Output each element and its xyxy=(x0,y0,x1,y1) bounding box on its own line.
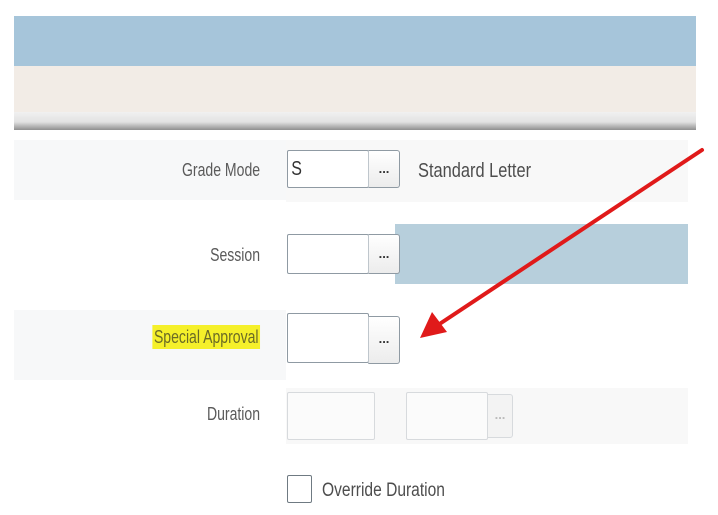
annotation-arrow xyxy=(420,148,704,338)
arrow-shaft xyxy=(439,148,704,325)
arrow-head xyxy=(420,312,447,338)
